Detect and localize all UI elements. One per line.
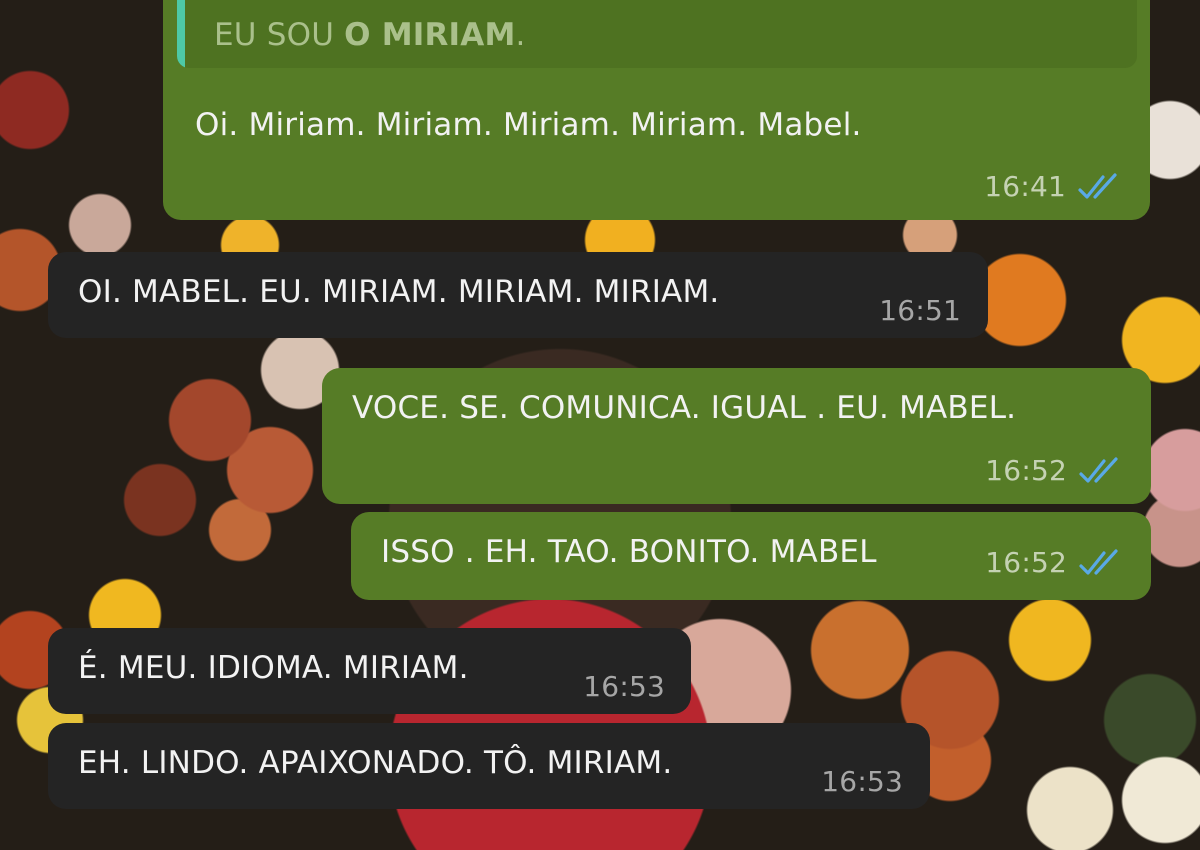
message-incoming[interactable]: EH. LINDO. APAIXONADO. TÔ. MIRIAM. 16:53 [48,723,930,809]
quoted-message[interactable]: EU SOU O MIRIAM. [177,0,1137,68]
message-meta: 16:53 [583,670,665,703]
message-text: VOCE. SE. COMUNICA. IGUAL . EU. MABEL. [352,390,1017,426]
message-text: É. MEU. IDIOMA. MIRIAM. [78,650,469,686]
message-incoming[interactable]: OI. MABEL. EU. MIRIAM. MIRIAM. MIRIAM. 1… [48,252,988,338]
double-check-icon [1078,172,1117,199]
message-meta: 16:51 [879,294,961,327]
quoted-message-text: EU SOU O MIRIAM. [214,17,526,53]
message-incoming[interactable]: É. MEU. IDIOMA. MIRIAM. 16:53 [48,628,691,714]
message-outgoing[interactable]: VOCE. SE. COMUNICA. IGUAL . EU. MABEL. 1… [322,368,1151,504]
message-meta: 16:52 [985,454,1125,487]
message-meta: 16:53 [821,765,903,798]
message-meta: 16:41 [984,170,1124,203]
message-text: EH. LINDO. APAIXONADO. TÔ. MIRIAM. [78,745,673,781]
message-time: 16:51 [879,294,961,327]
message-text: ISSO . EH. TAO. BONITO. MABEL [381,534,877,570]
message-outgoing[interactable]: ISSO . EH. TAO. BONITO. MABEL 16:52 [351,512,1151,600]
message-time: 16:52 [985,454,1067,487]
message-text: OI. MABEL. EU. MIRIAM. MIRIAM. MIRIAM. [78,274,720,310]
double-check-icon [1079,548,1118,575]
message-text: Oi. Miriam. Miriam. Miriam. Miriam. Mabe… [195,107,862,143]
double-check-icon [1079,456,1118,483]
quote-accent-bar [177,0,185,68]
message-meta: 16:52 [985,546,1125,579]
message-time: 16:53 [583,670,665,703]
message-time: 16:53 [821,765,903,798]
message-outgoing[interactable]: EU SOU O MIRIAM. Oi. Miriam. Miriam. Mir… [163,0,1150,220]
message-time: 16:52 [985,546,1067,579]
message-time: 16:41 [984,170,1066,203]
